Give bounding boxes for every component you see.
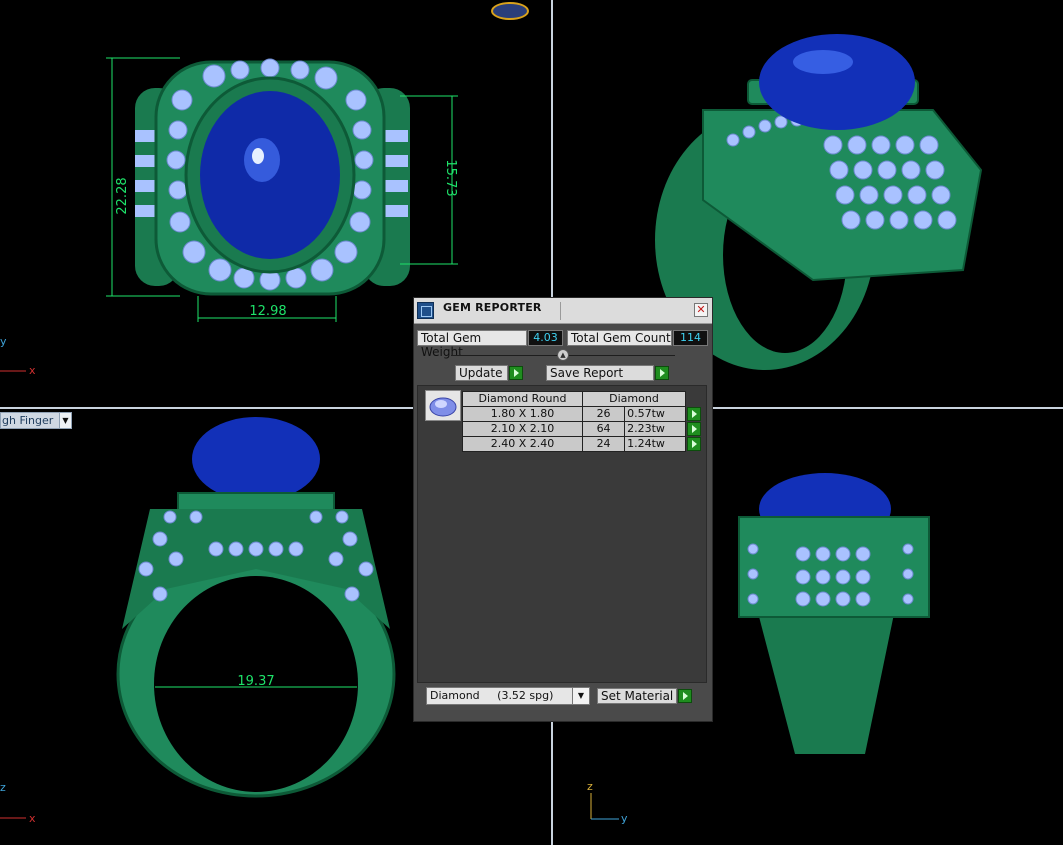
total-gem-weight-value: 4.03 <box>528 330 563 346</box>
dimension-stone-height: 15.73 <box>443 159 458 196</box>
row-go-icon[interactable] <box>687 437 701 451</box>
diamond-round-icon[interactable] <box>425 390 461 421</box>
set-material-button[interactable]: Set Material <box>597 688 677 704</box>
material-select-value: Diamond (3.52 spg) <box>430 689 554 702</box>
gem-table: Diamond Round Diamond 1.80 X 1.80 26 0.5… <box>462 391 702 452</box>
axis-triad: x z <box>0 781 36 825</box>
gem-list-area: Diamond Round Diamond 1.80 X 1.80 26 0.5… <box>417 385 707 683</box>
axis-triad: z y <box>587 780 628 825</box>
gem-weight-cell: 2.23tw <box>624 421 686 437</box>
table-row[interactable]: 2.40 X 2.40 24 1.24tw <box>462 436 702 452</box>
table-row[interactable]: 1.80 X 1.80 26 0.57tw <box>462 406 702 422</box>
view-cube-icon[interactable] <box>491 2 529 20</box>
update-button[interactable]: Update <box>455 365 508 381</box>
axis-x-label: x <box>29 812 36 825</box>
axis-z-label: z <box>0 781 6 794</box>
total-gem-count-value: 114 <box>673 330 708 346</box>
set-material-go-icon[interactable] <box>678 689 692 703</box>
dimension-inner-diameter: 19.37 <box>237 674 274 689</box>
table-row[interactable]: 2.10 X 2.10 64 2.23tw <box>462 421 702 437</box>
gem-weight-cell: 1.24tw <box>624 436 686 452</box>
gem-table-header-material: Diamond <box>582 391 686 407</box>
chevron-down-icon[interactable]: ▼ <box>572 688 589 704</box>
app-logo-icon <box>417 302 434 319</box>
row-go-icon[interactable] <box>687 407 701 421</box>
gem-count-cell: 24 <box>581 436 626 452</box>
gem-size-cell: 2.10 X 2.10 <box>462 421 583 437</box>
dimension-height: 22.28 <box>115 177 130 214</box>
axis-z-label: z <box>587 780 593 793</box>
finger-size-dropdown[interactable]: gh Finger ▼ <box>0 412 72 429</box>
axis-y-label: y <box>621 812 628 825</box>
axis-triad: x y <box>0 335 36 377</box>
axis-x-label: x <box>29 364 36 377</box>
axis-y-label: y <box>0 335 7 348</box>
chevron-down-icon[interactable]: ▼ <box>59 413 71 428</box>
gem-size-cell: 2.40 X 2.40 <box>462 436 583 452</box>
save-report-button[interactable]: Save Report <box>546 365 654 381</box>
gem-size-cell: 1.80 X 1.80 <box>462 406 583 422</box>
gem-count-cell: 64 <box>581 421 626 437</box>
gem-reporter-panel: GEM REPORTER ✕ Total Gem Weight 4.03 Tot… <box>413 297 713 722</box>
panel-title: GEM REPORTER <box>443 301 542 314</box>
gem-weight-cell: 0.57tw <box>624 406 686 422</box>
gem-table-header-shape: Diamond Round <box>462 391 583 407</box>
collapse-toggle-icon[interactable]: ▲ <box>557 349 569 361</box>
finger-size-value: gh Finger <box>2 414 54 427</box>
gem-count-cell: 26 <box>581 406 626 422</box>
row-go-icon[interactable] <box>687 422 701 436</box>
close-icon[interactable]: ✕ <box>694 303 708 317</box>
save-report-go-icon[interactable] <box>655 366 669 380</box>
titlebar-divider <box>560 302 561 320</box>
update-go-icon[interactable] <box>509 366 523 380</box>
total-gem-weight-label: Total Gem Weight <box>417 330 527 359</box>
material-select[interactable]: Diamond (3.52 spg) ▼ <box>426 687 590 705</box>
total-gem-count-label: Total Gem Count <box>567 330 672 346</box>
dimension-stone-width: 12.98 <box>249 304 286 319</box>
gem-reporter-titlebar[interactable]: GEM REPORTER ✕ <box>414 298 712 324</box>
